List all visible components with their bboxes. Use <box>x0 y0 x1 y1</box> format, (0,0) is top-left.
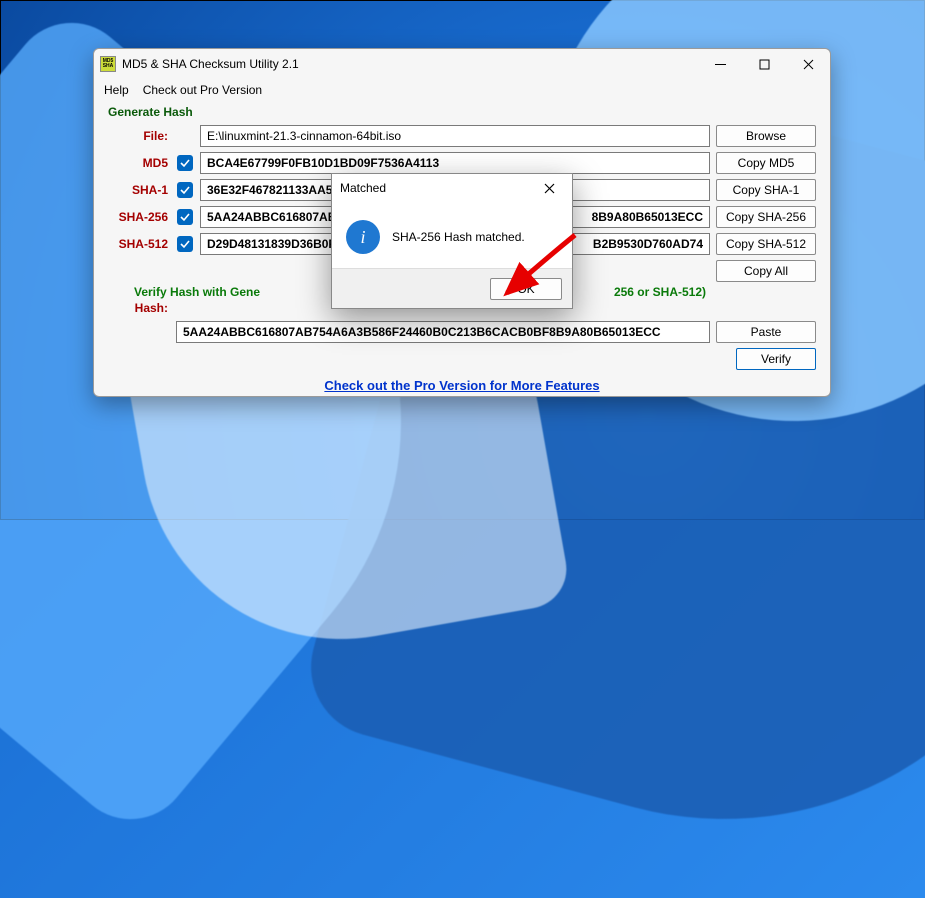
app-icon: MD5SHA <box>100 56 116 72</box>
md5-checkbox[interactable] <box>177 155 193 171</box>
sha1-label: SHA-1 <box>108 183 170 197</box>
sha256-label: SHA-256 <box>108 210 170 224</box>
paste-button[interactable]: Paste <box>716 321 816 343</box>
menu-pro[interactable]: Check out Pro Version <box>143 83 262 97</box>
dialog-title: Matched <box>340 181 386 195</box>
md5-label: MD5 <box>108 156 170 170</box>
sha1-checkbox[interactable] <box>177 182 193 198</box>
menu-help[interactable]: Help <box>104 83 129 97</box>
ok-button[interactable]: OK <box>490 278 562 300</box>
file-label: File: <box>108 129 170 143</box>
window-title: MD5 & SHA Checksum Utility 2.1 <box>122 57 299 71</box>
sha512-checkbox[interactable] <box>177 236 193 252</box>
info-icon: i <box>346 220 380 254</box>
close-button[interactable] <box>786 49 830 79</box>
browse-button[interactable]: Browse <box>716 125 816 147</box>
menubar: Help Check out Pro Version <box>94 79 830 101</box>
row-file: File: E:\linuxmint-21.3-cinnamon-64bit.i… <box>108 125 816 147</box>
dialog-message: SHA-256 Hash matched. <box>392 230 525 244</box>
dialog-titlebar[interactable]: Matched <box>332 174 572 202</box>
dialog-close-button[interactable] <box>534 176 564 200</box>
copy-sha512-button[interactable]: Copy SHA-512 <box>716 233 816 255</box>
verify-heading-right: 256 or SHA-512) <box>614 285 706 299</box>
sha256-checkbox[interactable] <box>177 209 193 225</box>
copy-all-button[interactable]: Copy All <box>716 260 816 282</box>
sha512-label: SHA-512 <box>108 237 170 251</box>
md5-value[interactable]: BCA4E67799F0FB10D1BD09F7536A4113 <box>200 152 710 174</box>
matched-dialog: Matched i SHA-256 Hash matched. OK <box>331 173 573 309</box>
minimize-button[interactable] <box>698 49 742 79</box>
verify-button[interactable]: Verify <box>736 348 816 370</box>
hash-label: Hash: <box>108 301 170 315</box>
verify-heading-left: Verify Hash with Gene <box>134 285 260 299</box>
section-title: Generate Hash <box>94 101 830 125</box>
row-md5: MD5 BCA4E67799F0FB10D1BD09F7536A4113 Cop… <box>108 152 816 174</box>
maximize-button[interactable] <box>742 49 786 79</box>
copy-sha256-button[interactable]: Copy SHA-256 <box>716 206 816 228</box>
pro-link[interactable]: Check out the Pro Version for More Featu… <box>108 378 816 393</box>
copy-sha1-button[interactable]: Copy SHA-1 <box>716 179 816 201</box>
copy-md5-button[interactable]: Copy MD5 <box>716 152 816 174</box>
file-path-input[interactable]: E:\linuxmint-21.3-cinnamon-64bit.iso <box>200 125 710 147</box>
hash-input[interactable]: 5AA24ABBC616807AB754A6A3B586F24460B0C213… <box>176 321 710 343</box>
titlebar[interactable]: MD5SHA MD5 & SHA Checksum Utility 2.1 <box>94 49 830 79</box>
